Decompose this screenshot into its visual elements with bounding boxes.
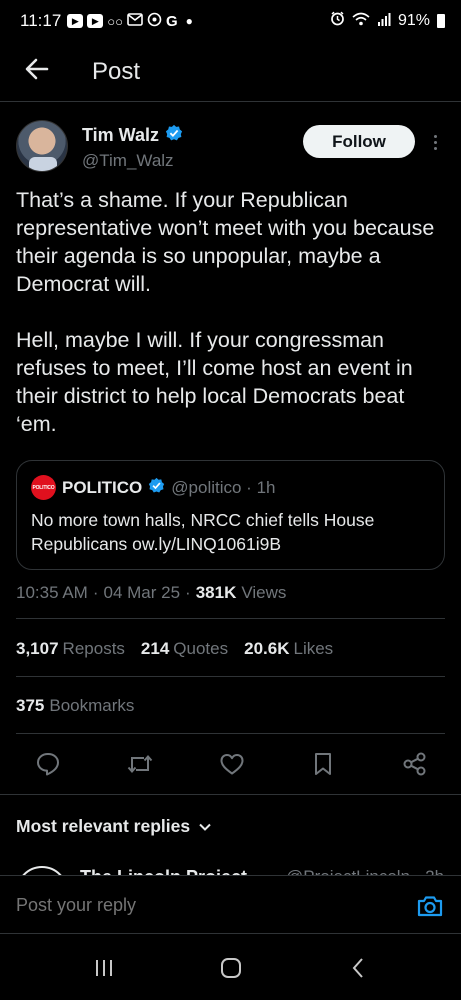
divider [16,618,445,619]
back-arrow-icon [25,58,49,85]
views-label: Views [241,583,287,602]
politico-logo-icon: POLITICO [31,475,56,500]
gmail-icon [127,13,143,29]
more-options-icon[interactable] [425,128,445,156]
notification-icons: ▶ ▶ ○○ G ● [67,12,193,30]
system-nav-bar [0,935,461,1000]
engagement-stats: 3,107 Reposts 214 Quotes 20.6K Likes [16,636,445,662]
replies-sort-dropdown[interactable]: Most relevant replies [16,813,212,839]
youtube-icon: ▶ [87,14,104,28]
meta-separator: · [185,583,191,602]
recent-apps-icon[interactable] [84,948,124,988]
reply-author-handle: @ProjectLincoln · 2h [286,867,444,875]
bookmark-icon[interactable] [309,750,337,778]
quotes-label: Quotes [173,639,229,658]
status-right: 91% [330,11,445,31]
quoted-author-handle: @politico · 1h [171,477,276,497]
reply-author-name: The Lincoln Project [80,867,247,875]
verified-badge-icon [165,124,183,147]
wifi-icon [352,12,370,31]
share-icon[interactable] [401,750,429,778]
likes-stat[interactable]: 20.6K Likes [244,639,333,659]
repost-icon[interactable] [126,750,154,778]
divider [16,733,445,734]
reply-peek[interactable]: The Lincoln Project @ProjectLincoln · 2h [0,858,461,876]
bookmarks-count: 375 [16,696,45,715]
top-app-bar: Post [0,42,461,102]
reply-avatar [16,866,68,875]
signal-icon [377,12,391,31]
alarm-icon [330,11,345,31]
status-time: 11:17 [20,11,62,30]
location-icon [147,12,162,30]
tweet-text: That’s a shame. If your Republican repre… [16,188,435,436]
quotes-count: 214 [140,639,170,658]
post-date: 04 Mar 25 [103,583,181,602]
bookmarks-stat: 375 Bookmarks [16,693,134,719]
post-time: 10:35 AM [16,583,88,602]
video-icon: ▶ [67,14,84,28]
battery-icon [437,14,445,28]
back-button[interactable] [0,42,72,102]
like-icon[interactable] [218,750,246,778]
reply-composer [0,878,461,934]
camera-icon[interactable] [415,891,445,921]
quoted-post-text: No more town halls, NRCC chief tells Hou… [31,510,375,554]
reply-icon[interactable] [34,750,62,778]
bookmarks-label: Bookmarks [49,696,135,715]
divider [16,676,445,677]
author-avatar[interactable] [16,120,68,172]
replies-sort-label: Most relevant replies [16,815,191,836]
author-name-row: Tim Walz [82,124,183,147]
status-left: 11:17 ▶ ▶ ○○ G ● [20,11,193,31]
verified-badge-icon [148,477,165,499]
follow-button[interactable]: Follow [303,125,415,158]
reply-input[interactable] [16,895,415,916]
back-nav-icon[interactable] [338,948,378,988]
views-count: 381K [195,583,237,602]
reposts-stat[interactable]: 3,107 Reposts [16,639,125,659]
quoted-post-header: POLITICO POLITICO @politico · 1h [31,475,430,500]
chevron-down-icon [198,816,212,837]
author-info: Tim Walz @Tim_Walz [82,120,183,171]
author-handle[interactable]: @Tim_Walz [82,151,183,171]
post-actions [16,745,445,783]
reposts-label: Reposts [62,639,125,658]
post-meta: 10:35 AM · 04 Mar 25 · 381K Views [16,580,445,606]
quoted-author-name: POLITICO [62,477,143,497]
tweet-author: Tim Walz @Tim_Walz Follow [16,120,445,176]
divider [0,794,461,795]
google-icon: G [166,12,178,30]
reposts-count: 3,107 [16,639,59,658]
meta-separator: · [92,583,99,602]
author-name[interactable]: Tim Walz [82,125,159,146]
page-title: Post [92,57,141,85]
quotes-stat[interactable]: 214 Quotes [141,639,228,659]
voicemail-icon: ○○ [107,13,123,29]
home-icon[interactable] [211,948,251,988]
quoted-post[interactable]: POLITICO POLITICO @politico · 1h No more… [16,460,445,570]
battery-level: 91% [397,12,430,29]
likes-label: Likes [293,639,334,658]
likes-count: 20.6K [244,639,290,658]
dot-icon: ● [185,14,193,28]
status-bar: 11:17 ▶ ▶ ○○ G ● 91% [0,0,461,42]
